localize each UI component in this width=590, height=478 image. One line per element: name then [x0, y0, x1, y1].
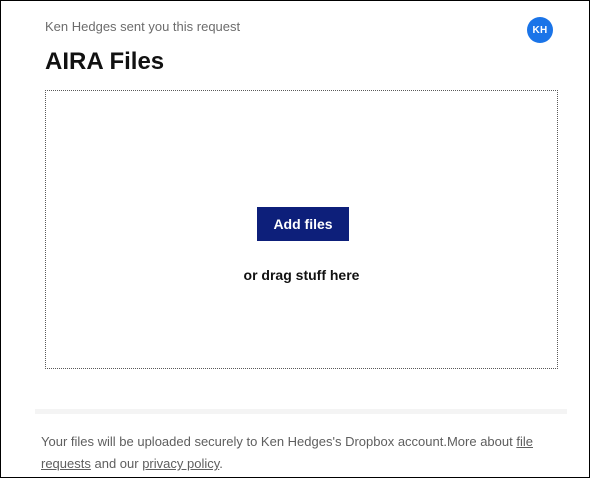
avatar[interactable]: KH	[527, 17, 553, 43]
request-header: Ken Hedges sent you this request	[45, 19, 565, 35]
footer-text-before: Your files will be uploaded securely to …	[41, 434, 517, 449]
avatar-initials: KH	[532, 24, 548, 36]
footer-notice: Your files will be uploaded securely to …	[41, 431, 571, 475]
divider	[35, 409, 567, 414]
page-title: AIRA Files	[45, 48, 165, 75]
sender-line: Ken Hedges sent you this request	[45, 19, 241, 34]
drag-hint-text: or drag stuff here	[243, 267, 360, 283]
file-dropzone[interactable]: Add files or drag stuff here	[45, 90, 558, 369]
add-files-button[interactable]: Add files	[257, 207, 349, 241]
footer-text-end: .	[219, 456, 223, 471]
footer-text-middle: and our	[90, 456, 143, 471]
privacy-policy-link[interactable]: privacy policy	[142, 456, 219, 471]
request-window: Ken Hedges sent you this request KH AIRA…	[0, 0, 590, 478]
